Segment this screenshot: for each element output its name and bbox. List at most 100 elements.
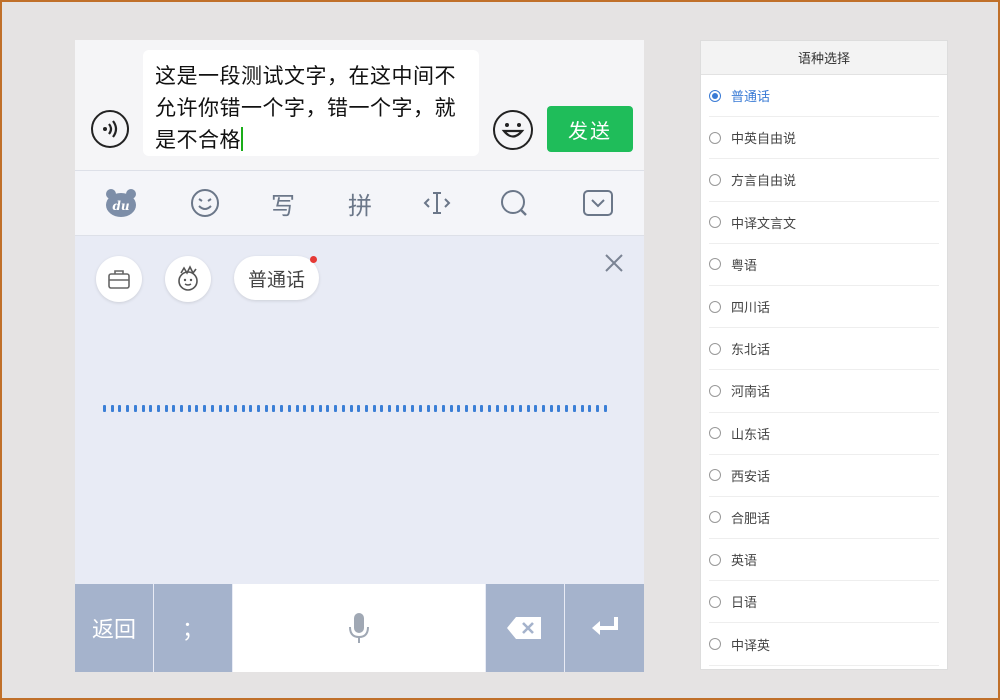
emoji-button-icon[interactable]: [493, 110, 533, 150]
du-logo-icon[interactable]: du: [103, 185, 139, 221]
language-chip-label: 普通话: [248, 268, 306, 291]
toolbox-icon[interactable]: [96, 256, 142, 302]
radio-button[interactable]: [709, 258, 721, 271]
language-chip[interactable]: 普通话: [234, 256, 320, 300]
collapse-keyboard-icon[interactable]: [580, 185, 616, 221]
waveform-bar: [341, 404, 345, 412]
language-option[interactable]: 中译文言文: [709, 202, 939, 244]
keyboard-bottom-row: 返回 ；: [75, 584, 644, 672]
language-option[interactable]: 四川话: [709, 286, 939, 329]
voice-waveform: [103, 404, 607, 412]
voice-input-toggle-icon[interactable]: [91, 110, 129, 148]
language-option[interactable]: 山东话: [709, 413, 939, 455]
waveform-bar: [549, 404, 553, 412]
language-option[interactable]: 粤语: [709, 244, 939, 286]
language-select-panel: 语种选择 普通话 中英自由说 方言自由说 中译文言文 粤语 四川话 东北话 河南话 山东话 西安话…: [700, 40, 948, 670]
language-option-label: 方言自由说: [731, 174, 797, 190]
radio-button[interactable]: [709, 216, 721, 229]
waveform-bar: [411, 404, 415, 412]
waveform-bar: [495, 404, 499, 412]
punctuation-key[interactable]: ；: [154, 584, 232, 672]
message-text: 这是一段测试文字，在这中间不允许你错一个字，错一个字，就是不合格: [155, 64, 456, 152]
language-option[interactable]: 西安话: [709, 455, 939, 497]
radio-button[interactable]: [709, 427, 721, 440]
waveform-bar: [357, 404, 361, 412]
waveform-bar: [156, 404, 160, 412]
language-option-label: 四川话: [731, 301, 771, 317]
waveform-bar: [596, 404, 599, 412]
pinyin-mode[interactable]: 拼: [342, 185, 378, 221]
radio-button[interactable]: [709, 595, 721, 608]
waveform-bar: [395, 404, 399, 412]
radio-button[interactable]: [709, 638, 721, 651]
waveform-bar: [103, 404, 106, 412]
language-option[interactable]: 河南话: [709, 370, 939, 413]
waveform-bar: [110, 404, 114, 412]
waveform-bar: [588, 404, 592, 412]
waveform-bar: [449, 404, 453, 412]
waveform-bar: [426, 404, 430, 412]
waveform-bar: [210, 404, 214, 412]
radio-button[interactable]: [709, 89, 721, 102]
delete-key[interactable]: [486, 584, 564, 672]
waveform-bar: [310, 404, 314, 412]
waveform-bar: [349, 404, 353, 412]
chat-input-bar: 这是一段测试文字，在这中间不允许你错一个字，错一个字，就是不合格 发送: [75, 40, 644, 170]
radio-button[interactable]: [709, 131, 721, 144]
send-button[interactable]: 发送: [547, 106, 633, 152]
waveform-bar: [280, 404, 284, 412]
radio-button[interactable]: [709, 173, 721, 186]
waveform-bar: [326, 404, 330, 412]
language-option-label: 日语: [731, 596, 758, 612]
close-icon[interactable]: [601, 250, 627, 276]
language-option[interactable]: 方言自由说: [709, 159, 939, 202]
waveform-bar: [557, 404, 561, 412]
microphone-key[interactable]: [233, 584, 485, 672]
waveform-bar: [218, 404, 222, 412]
text-caret: [241, 127, 243, 151]
radio-button[interactable]: [709, 300, 721, 313]
language-option-label: 英语: [731, 554, 758, 570]
waveform-bar: [249, 404, 253, 412]
cursor-icon[interactable]: [419, 185, 455, 221]
waveform-bar: [334, 404, 338, 412]
waveform-bar: [488, 404, 492, 412]
emoji-panel-icon[interactable]: [187, 185, 223, 221]
waveform-bar: [272, 404, 276, 412]
waveform-bar: [172, 404, 176, 412]
waveform-bar: [580, 404, 584, 412]
language-option[interactable]: 中英自由说: [709, 117, 939, 160]
enter-key[interactable]: [565, 584, 644, 672]
waveform-bar: [403, 404, 407, 412]
voice-input-area: 普通话: [75, 236, 644, 584]
waveform-bar: [457, 404, 461, 412]
waveform-bar: [434, 404, 438, 412]
radio-button[interactable]: [709, 384, 721, 397]
waveform-bar: [380, 404, 384, 412]
waveform-bar: [480, 404, 484, 412]
radio-button[interactable]: [709, 553, 721, 566]
message-input[interactable]: 这是一段测试文字，在这中间不允许你错一个字，错一个字，就是不合格: [143, 50, 479, 156]
language-option[interactable]: 日语: [709, 581, 939, 624]
radio-button[interactable]: [709, 342, 721, 355]
search-icon[interactable]: [496, 185, 532, 221]
language-option[interactable]: 普通话: [709, 75, 939, 118]
language-option-list: 普通话中英自由说方言自由说中译文言文 粤语四川话东北话 河南话 山东话 西安话合肥话英语…: [701, 75, 947, 666]
waveform-bar: [388, 404, 392, 412]
waveform-bar: [303, 404, 307, 412]
language-option[interactable]: 英语: [709, 539, 939, 582]
back-key[interactable]: 返回: [75, 584, 153, 672]
handwrite-mode[interactable]: 写: [265, 185, 301, 221]
language-option-label: 普通话: [731, 90, 771, 106]
language-option[interactable]: 合肥话: [709, 497, 939, 540]
radio-button[interactable]: [709, 469, 721, 482]
svg-text:du: du: [112, 199, 129, 213]
notification-dot: [310, 256, 318, 263]
language-option-label: 合肥话: [731, 511, 771, 527]
waveform-bar: [257, 404, 261, 412]
radio-button[interactable]: [709, 511, 721, 524]
waveform-bar: [503, 404, 507, 412]
language-option[interactable]: 东北话: [709, 328, 939, 371]
voice-avatar-icon[interactable]: [165, 256, 211, 302]
language-option[interactable]: 中译英: [709, 623, 939, 666]
